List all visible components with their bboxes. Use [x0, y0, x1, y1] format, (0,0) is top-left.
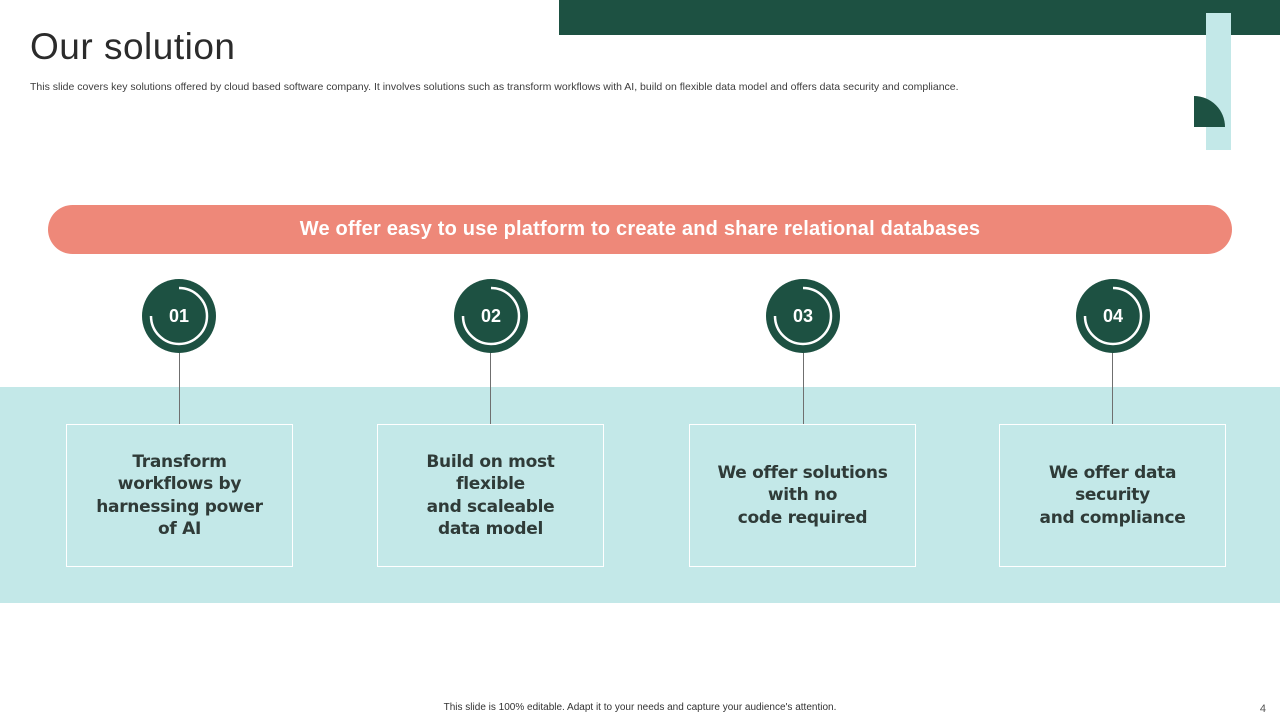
- step-number-3: 03: [792, 305, 814, 326]
- headline-banner: We offer easy to use platform to create …: [48, 205, 1232, 254]
- step-text-3: We offer solutions with no code required: [717, 462, 888, 528]
- footer-note: This slide is 100% editable. Adapt it to…: [443, 702, 837, 713]
- banner-text: We offer easy to use platform to create …: [299, 218, 981, 240]
- step-text-1: Transform workflows by harnessing power …: [96, 451, 263, 540]
- step-card-4: We offer data security and compliance: [999, 424, 1226, 567]
- step-circle-1: 01: [142, 279, 216, 353]
- step-number-2: 02: [480, 305, 502, 326]
- step-circle-3: 03: [766, 279, 840, 353]
- step-connector-1: [179, 350, 180, 424]
- header-accent-bar: [559, 0, 1280, 35]
- step-number-1: 01: [168, 305, 190, 326]
- step-text-4: We offer data security and compliance: [1039, 462, 1186, 528]
- step-circle-2: 02: [454, 279, 528, 353]
- step-card-2: Build on most flexible and scaleable dat…: [377, 424, 604, 567]
- step-card-3: We offer solutions with no code required: [689, 424, 916, 567]
- page-number: 4: [1259, 703, 1266, 715]
- step-connector-2: [490, 350, 491, 424]
- step-connector-3: [803, 350, 804, 424]
- step-connector-4: [1112, 350, 1113, 424]
- step-text-2: Build on most flexible and scaleable dat…: [426, 451, 555, 540]
- step-card-1: Transform workflows by harnessing power …: [66, 424, 293, 567]
- step-circle-4: 04: [1076, 279, 1150, 353]
- slide-title: Our solution: [30, 26, 236, 67]
- step-number-4: 04: [1102, 305, 1124, 326]
- slide-subtitle: This slide covers key solutions offered …: [30, 81, 959, 93]
